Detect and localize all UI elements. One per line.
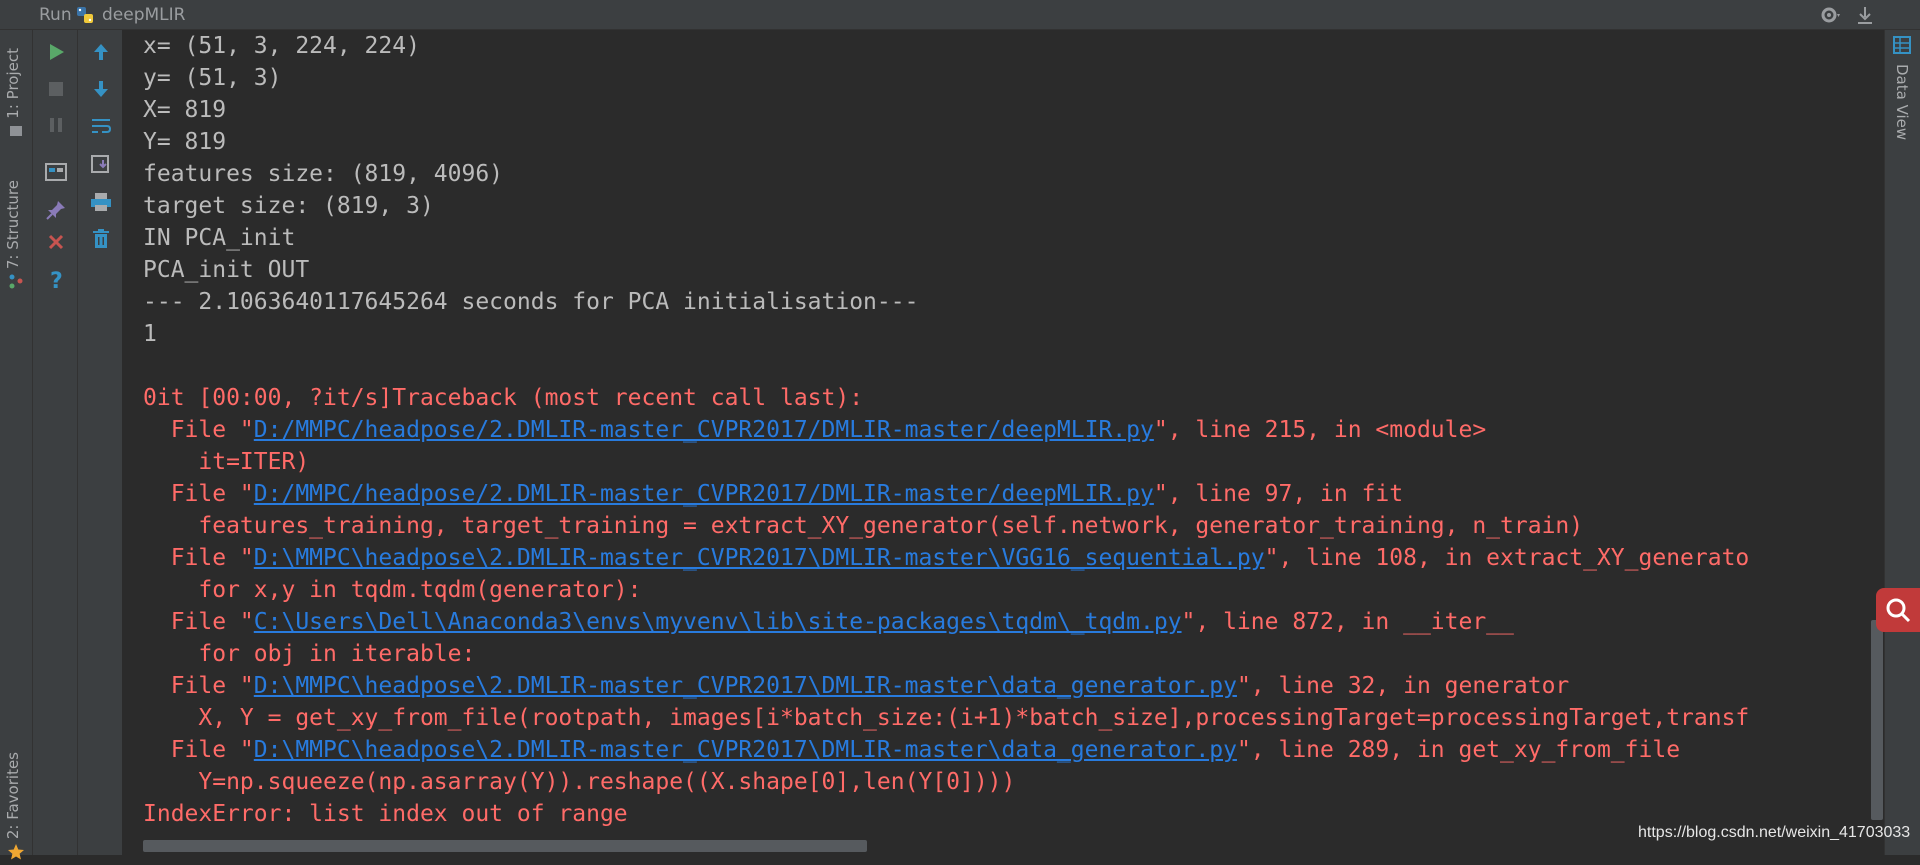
file-path-link[interactable]: D:/MMPC/headpose/2.DMLIR-master_CVPR2017… xyxy=(254,481,1154,507)
traceback-prefix: File " xyxy=(143,737,254,763)
traceback-file-line: File "D:/MMPC/headpose/2.DMLIR-master_CV… xyxy=(143,414,1749,446)
watermark-url: https://blog.csdn.net/weixin_41703033 xyxy=(1638,824,1911,841)
console-output[interactable]: x= (51, 3, 224, 224) y= (51, 3) X= 819 Y= 8… xyxy=(123,30,1884,830)
close-icon[interactable] xyxy=(42,228,70,256)
tab-favorites-label: 2: Favorites xyxy=(4,752,22,840)
python-icon xyxy=(75,5,95,25)
output-line: PCA_init OUT xyxy=(143,257,310,283)
pause-icon[interactable] xyxy=(42,111,70,139)
tab-favorites[interactable]: 2: Favorites xyxy=(4,752,28,865)
horizontal-scrollbar-thumb[interactable] xyxy=(143,840,867,852)
traceback-prefix: File " xyxy=(143,673,254,699)
traceback-file-line: File "D:\MMPC\headpose\2.DMLIR-master_CV… xyxy=(143,542,1750,574)
table-icon xyxy=(1893,36,1911,54)
error-line: 0it [00:00, ?it/s]Traceback (most recent… xyxy=(143,385,864,411)
gear-icon[interactable] xyxy=(1818,2,1844,28)
output-line: Y= 819 xyxy=(143,129,227,155)
output-line: x= (51, 3, 224, 224) xyxy=(143,33,420,59)
error-line: Y=np.squeeze(np.asarray(Y)).reshape((X.s… xyxy=(143,769,1016,795)
traceback-file-line: File "D:\MMPC\headpose\2.DMLIR-master_CV… xyxy=(143,734,1749,766)
tab-structure-label: 7: Structure xyxy=(4,180,22,270)
console-lines: x= (51, 3, 224, 224) y= (51, 3) X= 819 Y= 8… xyxy=(143,30,1749,830)
error-line: for x,y in tqdm.tqdm(generator): xyxy=(143,577,642,603)
traceback-location: ", line 108, in extract_XY_generato xyxy=(1264,545,1750,571)
trash-icon[interactable] xyxy=(87,225,115,253)
tab-data-view-label: Data View xyxy=(1893,64,1911,141)
scroll-to-end-icon[interactable] xyxy=(87,150,115,178)
down-arrow-icon[interactable] xyxy=(87,75,115,103)
print-icon[interactable] xyxy=(87,188,115,216)
traceback-prefix: File " xyxy=(143,545,254,571)
left-tool-stripe: 1: Project 7: Structure 2: Favorites xyxy=(0,30,33,860)
run-toolbar-primary: ? xyxy=(33,30,78,855)
traceback-file-line: File "D:\MMPC\headpose\2.DMLIR-master_CV… xyxy=(143,670,1749,702)
file-path-link[interactable]: D:\MMPC\headpose\2.DMLIR-master_CVPR2017… xyxy=(254,545,1265,571)
tab-structure[interactable]: 7: Structure xyxy=(4,180,28,293)
search-icon xyxy=(1886,598,1911,623)
help-icon[interactable]: ? xyxy=(42,266,70,294)
traceback-location: ", line 289, in get_xy_from_file xyxy=(1236,737,1681,763)
traceback-prefix: File " xyxy=(143,609,254,635)
run-config-name[interactable]: deepMLIR xyxy=(102,5,185,25)
file-path-link[interactable]: D:\MMPC\headpose\2.DMLIR-master_CVPR2017… xyxy=(254,673,1237,699)
traceback-location: ", line 872, in __iter__ xyxy=(1181,609,1514,635)
soft-wrap-icon[interactable] xyxy=(87,112,115,140)
traceback-location: ", line 215, in <module> xyxy=(1153,417,1487,443)
error-line: X, Y = get_xy_from_file(rootpath, images… xyxy=(143,705,1750,731)
error-line: IndexError: list index out of range xyxy=(143,801,628,827)
output-line: features size: (819, 4096) xyxy=(143,161,504,187)
star-icon xyxy=(8,844,24,860)
traceback-file-line: File "D:/MMPC/headpose/2.DMLIR-master_CV… xyxy=(143,478,1749,510)
vertical-scrollbar-thumb[interactable] xyxy=(1871,620,1883,820)
up-arrow-icon[interactable] xyxy=(87,38,115,66)
traceback-prefix: File " xyxy=(143,481,254,507)
error-line: features_training, target_training = ext… xyxy=(143,513,1584,539)
traceback-location: ", line 97, in fit xyxy=(1153,481,1404,507)
traceback-location: ", line 32, in generator xyxy=(1236,673,1570,699)
svg-text:?: ? xyxy=(50,269,63,291)
output-line: --- 2.1063640117645264 seconds for PCA i… xyxy=(143,289,919,315)
run-icon[interactable] xyxy=(42,38,70,66)
pin-icon[interactable] xyxy=(1853,3,1877,27)
run-toolbar-secondary xyxy=(78,30,123,855)
tab-data-view[interactable]: Data View xyxy=(1893,36,1911,140)
project-icon xyxy=(10,125,22,136)
traceback-prefix: File " xyxy=(143,417,254,443)
error-line: it=ITER) xyxy=(143,449,310,475)
run-label: Run xyxy=(39,5,72,25)
right-tool-stripe: Data View xyxy=(1884,30,1920,855)
output-line: 1 xyxy=(143,321,157,347)
output-line: X= 819 xyxy=(143,97,227,123)
output-line: target size: (819, 3) xyxy=(143,193,434,219)
run-tool-window-header: Run deepMLIR xyxy=(0,0,1920,30)
structure-icon xyxy=(9,274,23,289)
tab-project-label: 1: Project xyxy=(4,48,22,119)
search-button[interactable] xyxy=(1876,588,1920,632)
layout-icon[interactable] xyxy=(42,158,70,186)
pin-tab-icon[interactable] xyxy=(42,196,70,224)
file-path-link[interactable]: C:\Users\Dell\Anaconda3\envs\myvenv\lib\… xyxy=(254,609,1182,635)
file-path-link[interactable]: D:/MMPC/headpose/2.DMLIR-master_CVPR2017… xyxy=(254,417,1154,443)
error-line: for obj in iterable: xyxy=(143,641,476,667)
output-line: y= (51, 3) xyxy=(143,65,282,91)
tab-project[interactable]: 1: Project xyxy=(4,48,28,143)
traceback-file-line: File "C:\Users\Dell\Anaconda3\envs\myven… xyxy=(143,606,1749,638)
stop-icon[interactable] xyxy=(42,75,70,103)
file-path-link[interactable]: D:\MMPC\headpose\2.DMLIR-master_CVPR2017… xyxy=(254,737,1237,763)
output-line: IN PCA_init xyxy=(143,225,296,251)
